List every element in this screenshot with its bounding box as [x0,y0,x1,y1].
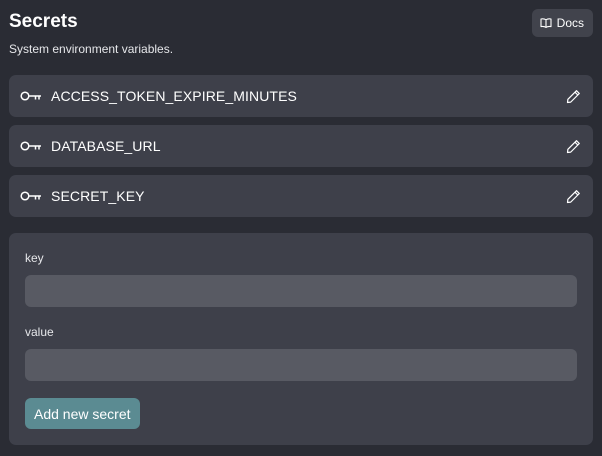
key-icon [20,190,42,202]
key-icon [20,140,42,152]
page-header: Secrets System environment variables. Do… [9,9,593,69]
secret-row[interactable]: SECRET_KEY [9,175,593,217]
pencil-icon[interactable] [565,188,581,204]
secret-name: ACCESS_TOKEN_EXPIRE_MINUTES [51,88,297,104]
docs-button-label: Docs [556,16,584,30]
secret-name: DATABASE_URL [51,138,161,154]
secret-row[interactable]: DATABASE_URL [9,125,593,167]
docs-button[interactable]: Docs [531,9,593,37]
new-secret-form: key value Add new secret [9,233,593,445]
page-title: Secrets [9,11,78,32]
book-open-icon [540,18,552,28]
key-input[interactable] [25,275,577,307]
page-subtitle: System environment variables. [9,42,174,56]
secret-name: SECRET_KEY [51,188,145,204]
value-field-label: value [25,325,54,339]
secret-row[interactable]: ACCESS_TOKEN_EXPIRE_MINUTES [9,75,593,117]
key-icon [20,90,42,102]
add-new-secret-button[interactable]: Add new secret [25,398,140,429]
pencil-icon[interactable] [565,88,581,104]
value-input[interactable] [25,349,577,381]
pencil-icon[interactable] [565,138,581,154]
secret-list: ACCESS_TOKEN_EXPIRE_MINUTES DATABASE_URL [9,75,593,225]
key-field-label: key [25,251,44,265]
